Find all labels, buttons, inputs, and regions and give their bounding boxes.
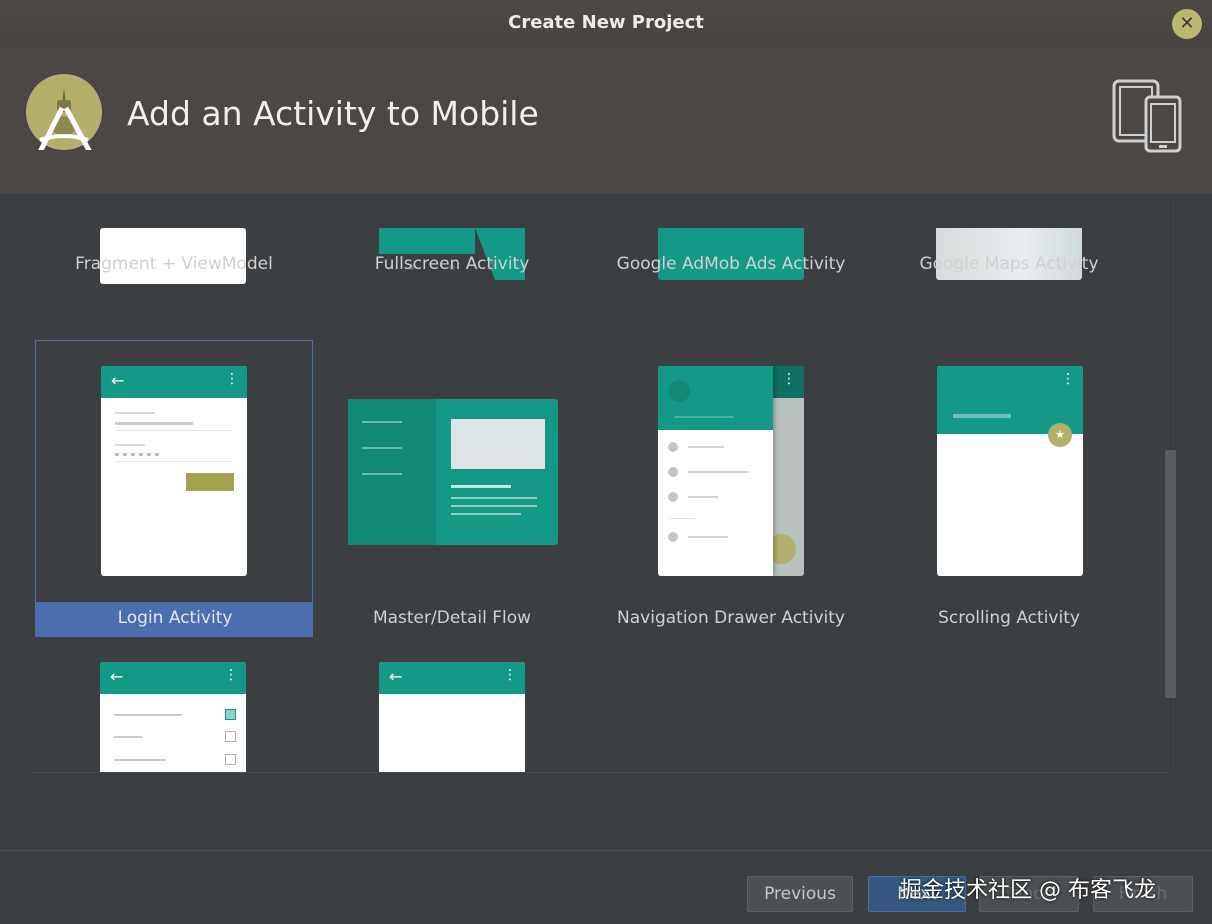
back-arrow-icon: ← [111, 371, 125, 390]
android-studio-logo-icon [26, 74, 102, 150]
previous-button[interactable]: Previous [747, 876, 853, 912]
tile-tabbed-activity[interactable]: ← ⋮ [313, 636, 591, 772]
overflow-menu-icon: ⋮ [224, 667, 238, 683]
gallery-scrollbar[interactable] [1165, 450, 1176, 698]
overflow-menu-icon: ⋮ [782, 371, 796, 387]
overflow-menu-icon: ⋮ [1061, 371, 1075, 387]
devices-icon [1112, 79, 1182, 153]
template-thumbnail: ← ⋮ [100, 662, 246, 772]
overflow-menu-icon: ⋮ [503, 667, 517, 683]
tile-label: Fragment + ViewModel [75, 254, 273, 274]
tile-label: Fullscreen Activity [374, 254, 530, 274]
template-thumbnail: ← ⋮ [101, 366, 247, 576]
close-icon[interactable]: ✕ [1172, 9, 1202, 39]
back-arrow-icon: ← [389, 667, 403, 686]
footer-divider [0, 850, 1212, 851]
tile-label: Scrolling Activity [938, 608, 1080, 628]
template-thumbnail: ⋮ ★ [937, 366, 1083, 576]
tile-label: Master/Detail Flow [372, 608, 532, 628]
tile-settings-activity[interactable]: ← ⋮ [35, 636, 313, 772]
watermark: 掘金技术社区 @ 布客飞龙 [900, 878, 1156, 903]
activity-gallery: Fragment + ViewModel Fullscreen Activity… [30, 194, 1171, 773]
window-title: Create New Project [508, 12, 704, 33]
tile-navigation-drawer-activity[interactable]: ⋮ Navigation Drawer Activity [592, 340, 870, 636]
template-thumbnail [348, 399, 558, 545]
star-icon: ★ [1048, 423, 1072, 447]
window-titlebar: Create New Project ✕ [0, 0, 1212, 48]
tile-label: Navigation Drawer Activity [617, 608, 845, 628]
tile-label: Login Activity [117, 608, 233, 628]
tile-label: Google Maps Activity [919, 254, 1099, 274]
back-arrow-icon: ← [110, 667, 124, 686]
tile-login-activity[interactable]: ← ⋮ Login Activity [35, 340, 313, 637]
tile-scrolling-activity[interactable]: ⋮ ★ Scrolling Activity [870, 340, 1148, 636]
tile-master-detail-flow[interactable]: Master/Detail Flow [313, 340, 591, 636]
page-title: Add an Activity to Mobile [127, 94, 539, 133]
template-thumbnail: ← ⋮ [379, 662, 525, 772]
tile-label: Google AdMob Ads Activity [616, 254, 846, 274]
overflow-menu-icon: ⋮ [225, 371, 239, 387]
template-thumbnail: ⋮ [658, 366, 804, 576]
wizard-header: Add an Activity to Mobile [0, 48, 1212, 194]
